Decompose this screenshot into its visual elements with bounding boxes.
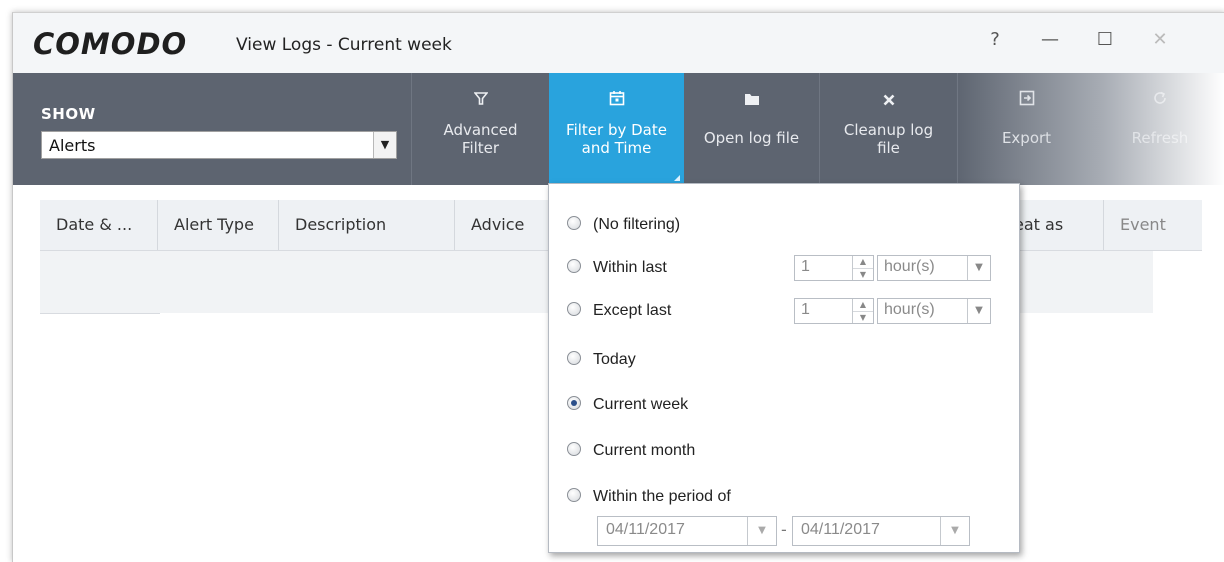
except-last-value: 1 xyxy=(801,301,810,318)
filter-icon xyxy=(412,87,549,115)
filter-by-date-label-2: and Time xyxy=(581,139,652,157)
row-divider xyxy=(40,313,160,314)
chevron-down-icon[interactable]: ▼ xyxy=(940,517,969,545)
show-dropdown[interactable]: Alerts ▼ xyxy=(41,131,397,159)
column-event[interactable]: Event xyxy=(1104,200,1202,250)
radio-today[interactable] xyxy=(567,350,581,365)
column-description[interactable]: Description xyxy=(279,200,455,250)
except-last-unit: hour(s) xyxy=(884,301,935,318)
export-button[interactable]: Export xyxy=(958,73,1095,185)
radio-except-last[interactable] xyxy=(567,301,581,316)
period-from-value: 04/11/2017 xyxy=(606,521,685,538)
show-label: SHOW xyxy=(41,105,96,123)
radio-within-period[interactable] xyxy=(567,487,581,502)
cleanup-log-file-button[interactable]: Cleanup log file xyxy=(820,73,957,185)
open-log-file-button[interactable]: Open log file xyxy=(684,73,819,185)
within-last-stepper[interactable]: 1 ▲ ▼ xyxy=(794,255,874,281)
option-within-last[interactable]: Within last xyxy=(567,257,667,279)
maximize-button[interactable]: ☐ xyxy=(1085,25,1125,55)
radio-current-week[interactable] xyxy=(567,395,581,410)
within-last-value: 1 xyxy=(801,258,810,275)
title-bar: COMODO View Logs - Current week ? — ☐ ✕ xyxy=(13,13,1224,73)
except-last-unit-select[interactable]: hour(s) ▼ xyxy=(877,298,991,324)
help-button[interactable]: ? xyxy=(975,25,1015,55)
chevron-down-icon[interactable]: ▼ xyxy=(967,299,990,323)
column-date[interactable]: Date & ... xyxy=(40,200,158,250)
within-last-unit: hour(s) xyxy=(884,258,935,275)
window-title: View Logs - Current week xyxy=(236,35,452,55)
advanced-filter-label-2: Filter xyxy=(461,139,500,157)
advanced-filter-label-1: Advanced xyxy=(443,121,518,139)
view-logs-window: COMODO View Logs - Current week ? — ☐ ✕ … xyxy=(12,12,1224,562)
period-from-date[interactable]: 04/11/2017 ▼ xyxy=(597,516,777,546)
option-current-month[interactable]: Current month xyxy=(567,440,695,462)
refresh-button[interactable]: Refresh xyxy=(1095,73,1224,185)
radio-no-filtering[interactable] xyxy=(567,215,581,230)
minimize-button[interactable]: — xyxy=(1030,25,1070,55)
option-today[interactable]: Today xyxy=(567,349,636,371)
date-filter-panel: (No filtering) Within last 1 ▲ ▼ hour(s) … xyxy=(548,183,1020,553)
option-no-filtering-label: (No filtering) xyxy=(593,216,681,233)
open-log-file-label: Open log file xyxy=(703,129,800,147)
except-last-stepper[interactable]: 1 ▲ ▼ xyxy=(794,298,874,324)
chevron-down-icon[interactable]: ▼ xyxy=(747,517,776,545)
export-icon xyxy=(958,87,1095,115)
close-button[interactable]: ✕ xyxy=(1140,25,1180,55)
show-dropdown-value: Alerts xyxy=(49,136,96,155)
filter-by-date-label-1: Filter by Date xyxy=(566,121,667,139)
spin-down-icon[interactable]: ▼ xyxy=(853,312,873,324)
option-within-period[interactable]: Within the period of xyxy=(567,486,731,508)
filter-by-date-button[interactable]: Filter by Date and Time xyxy=(549,73,684,185)
cleanup-log-label-1: Cleanup log xyxy=(843,121,934,139)
radio-within-last[interactable] xyxy=(567,258,581,273)
option-current-month-label: Current month xyxy=(593,442,696,459)
comodo-logo: COMODO xyxy=(33,27,188,61)
spin-down-icon[interactable]: ▼ xyxy=(853,269,873,281)
dropdown-corner-icon xyxy=(674,175,680,181)
dropdown-arrow-icon[interactable]: ▼ xyxy=(373,132,396,158)
advanced-filter-button[interactable]: Advanced Filter xyxy=(412,73,549,185)
spin-up-icon[interactable]: ▲ xyxy=(853,256,873,269)
period-to-date[interactable]: 04/11/2017 ▼ xyxy=(792,516,970,546)
refresh-label: Refresh xyxy=(1131,129,1189,147)
chevron-down-icon[interactable]: ▼ xyxy=(967,256,990,280)
option-today-label: Today xyxy=(593,351,636,368)
cleanup-log-label-2: file xyxy=(877,139,900,157)
refresh-icon xyxy=(1095,87,1224,115)
option-within-period-label: Within the period of xyxy=(593,488,731,505)
toolbar: SHOW Alerts ▼ Advanced Filter Filter by … xyxy=(13,73,1224,185)
period-to-value: 04/11/2017 xyxy=(801,521,880,538)
folder-icon xyxy=(684,87,819,115)
calendar-icon xyxy=(549,87,684,115)
radio-current-month[interactable] xyxy=(567,441,581,456)
option-except-last-label: Except last xyxy=(593,302,672,319)
option-except-last[interactable]: Except last xyxy=(567,300,671,322)
x-icon xyxy=(820,87,957,115)
export-label: Export xyxy=(1001,129,1052,147)
column-treat-as[interactable]: eat as xyxy=(1008,200,1104,250)
within-last-unit-select[interactable]: hour(s) ▼ xyxy=(877,255,991,281)
spin-up-icon[interactable]: ▲ xyxy=(853,299,873,312)
option-no-filtering[interactable]: (No filtering) xyxy=(567,214,680,236)
column-alert-type[interactable]: Alert Type xyxy=(158,200,279,250)
period-separator: - xyxy=(781,520,787,539)
option-current-week-label: Current week xyxy=(593,396,689,413)
option-within-last-label: Within last xyxy=(593,259,667,276)
option-current-week[interactable]: Current week xyxy=(567,394,688,416)
